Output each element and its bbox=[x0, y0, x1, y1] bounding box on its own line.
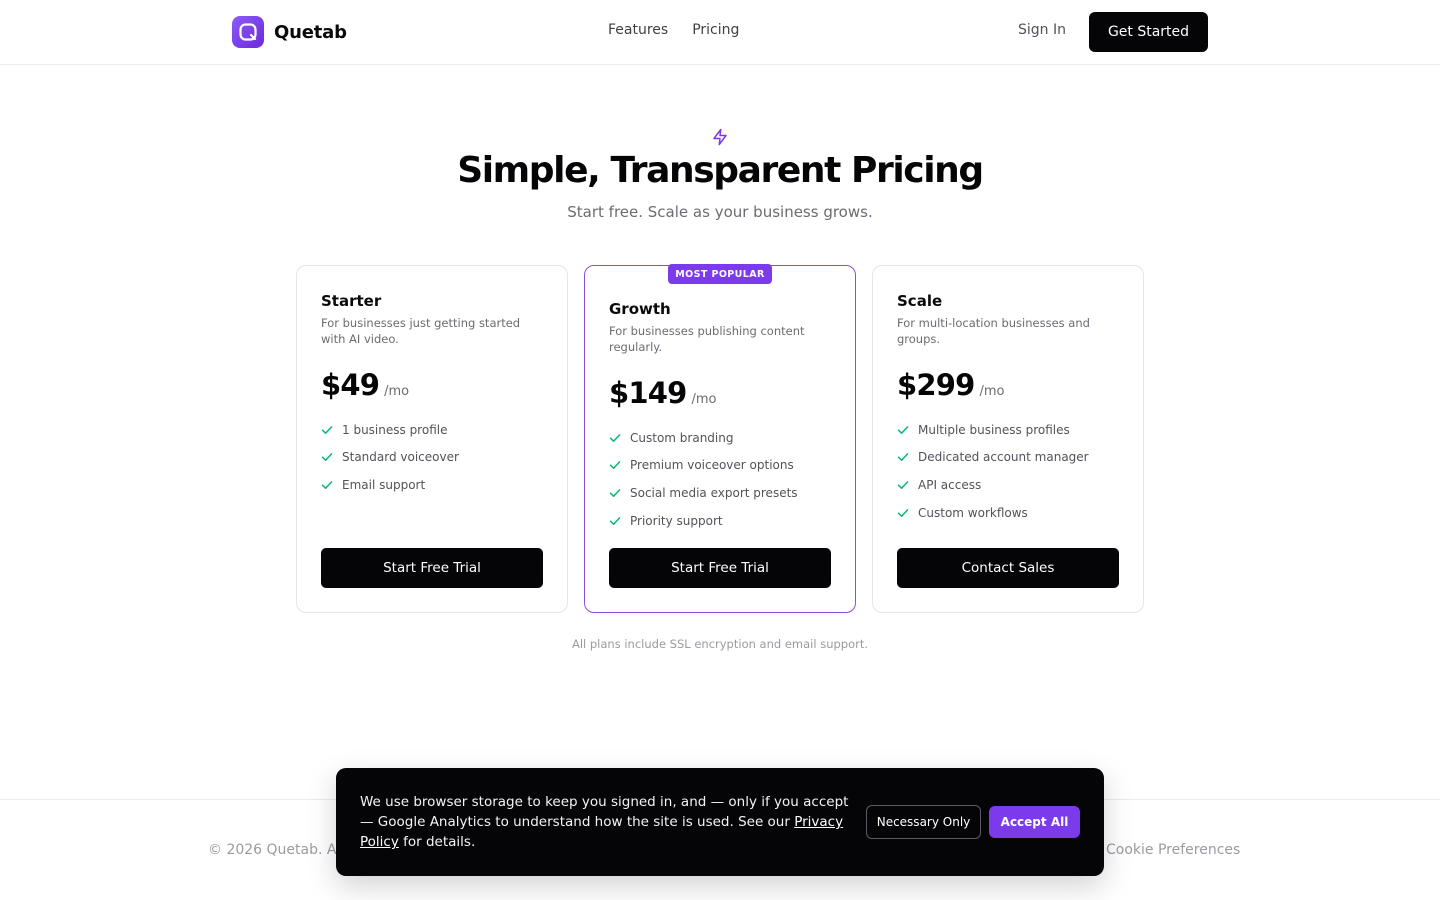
plan-feature-list: Multiple business profiles Dedicated acc… bbox=[897, 416, 1119, 526]
plan-description: For multi-location businesses and groups… bbox=[897, 316, 1090, 346]
check-icon bbox=[609, 516, 621, 525]
feature-label: Email support bbox=[342, 477, 426, 492]
plan-name: Starter bbox=[321, 292, 382, 310]
plans-note: All plans include SSL encryption and ema… bbox=[571, 637, 869, 651]
plan-period: /mo bbox=[979, 384, 1005, 399]
plan-period: /mo bbox=[691, 392, 717, 407]
contact-sales-button[interactable]: Contact Sales bbox=[897, 548, 1119, 588]
plan-name: Scale bbox=[897, 292, 943, 310]
plan-price: $299 bbox=[897, 368, 975, 402]
list-item: Standard voiceover bbox=[321, 444, 543, 472]
check-icon bbox=[321, 453, 333, 462]
list-item: Dedicated account manager bbox=[897, 444, 1119, 472]
copyright-text: © 2026 Quetab. Al bbox=[208, 842, 341, 858]
plan-feature-list: Custom branding Premium voiceover option… bbox=[609, 424, 831, 534]
check-icon bbox=[609, 433, 621, 442]
list-item: 1 business profile bbox=[321, 416, 543, 444]
page-title: Simple, Transparent Pricing bbox=[457, 150, 984, 191]
quetab-logo-icon bbox=[232, 16, 264, 48]
lightning-bolt-icon bbox=[713, 128, 727, 146]
plan-card-starter: Starter For businesses just getting star… bbox=[296, 265, 568, 613]
check-icon bbox=[609, 461, 621, 470]
list-item: Social media export presets bbox=[609, 479, 831, 507]
check-icon bbox=[321, 425, 333, 434]
feature-label: API access bbox=[918, 477, 982, 492]
feature-label: Multiple business profiles bbox=[918, 422, 1070, 437]
check-icon bbox=[321, 481, 333, 489]
plan-description: For businesses just getting started with… bbox=[321, 316, 521, 346]
feature-label: Dedicated account manager bbox=[918, 450, 1089, 465]
start-free-trial-button[interactable]: Start Free Trial bbox=[609, 548, 831, 588]
feature-label: Custom workflows bbox=[918, 505, 1028, 520]
get-started-button[interactable]: Get Started bbox=[1089, 12, 1208, 52]
most-popular-badge: MOST POPULAR bbox=[668, 264, 772, 284]
feature-label: 1 business profile bbox=[342, 422, 448, 437]
plan-card-scale: Scale For multi-location businesses and … bbox=[872, 265, 1144, 613]
cookie-text-after: for details. bbox=[398, 834, 476, 850]
list-item: Premium voiceover options bbox=[609, 452, 831, 480]
plan-price: $149 bbox=[609, 376, 687, 410]
feature-label: Custom branding bbox=[630, 430, 734, 445]
check-icon bbox=[897, 508, 909, 517]
accept-all-button[interactable]: Accept All bbox=[989, 806, 1080, 838]
feature-label: Priority support bbox=[630, 513, 723, 528]
feature-label: Premium voiceover options bbox=[630, 458, 794, 473]
nav-link-pricing[interactable]: Pricing bbox=[692, 22, 739, 38]
page-subtitle: Start free. Scale as your business grows… bbox=[567, 203, 873, 221]
list-item: Custom branding bbox=[609, 424, 831, 452]
feature-label: Standard voiceover bbox=[342, 450, 459, 465]
check-icon bbox=[897, 481, 909, 489]
check-icon bbox=[609, 489, 621, 497]
feature-label: Social media export presets bbox=[630, 485, 798, 500]
necessary-only-button[interactable]: Necessary Only bbox=[866, 805, 981, 839]
plan-period: /mo bbox=[384, 384, 410, 399]
site-header: Quetab Features Pricing Sign In Get Star… bbox=[0, 0, 1440, 65]
plan-card-growth: MOST POPULAR Growth For businesses publi… bbox=[584, 264, 856, 613]
start-free-trial-button[interactable]: Start Free Trial bbox=[321, 548, 543, 588]
plan-name: Growth bbox=[609, 300, 671, 318]
cookie-banner-text: We use browser storage to keep you signe… bbox=[360, 792, 850, 852]
plan-price: $49 bbox=[321, 368, 380, 402]
list-item: API access bbox=[897, 471, 1119, 499]
list-item: Priority support bbox=[609, 507, 831, 535]
sign-in-link[interactable]: Sign In bbox=[1018, 22, 1066, 38]
check-icon bbox=[897, 453, 909, 462]
check-icon bbox=[897, 425, 909, 434]
list-item: Multiple business profiles bbox=[897, 416, 1119, 444]
list-item: Custom workflows bbox=[897, 499, 1119, 527]
plan-description: For businesses publishing content regula… bbox=[609, 324, 805, 354]
nav-link-features[interactable]: Features bbox=[608, 22, 668, 38]
plan-feature-list: 1 business profile Standard voiceover Em… bbox=[321, 416, 543, 499]
cookie-banner: We use browser storage to keep you signe… bbox=[336, 768, 1104, 876]
brand-name: Quetab bbox=[274, 21, 347, 43]
cookie-text-before: We use browser storage to keep you signe… bbox=[360, 794, 849, 830]
cookie-preferences-link[interactable]: Cookie Preferences bbox=[1106, 842, 1240, 858]
brand-link[interactable]: Quetab bbox=[232, 16, 347, 48]
main-nav: Features Pricing bbox=[608, 22, 739, 38]
list-item: Email support bbox=[321, 471, 543, 499]
